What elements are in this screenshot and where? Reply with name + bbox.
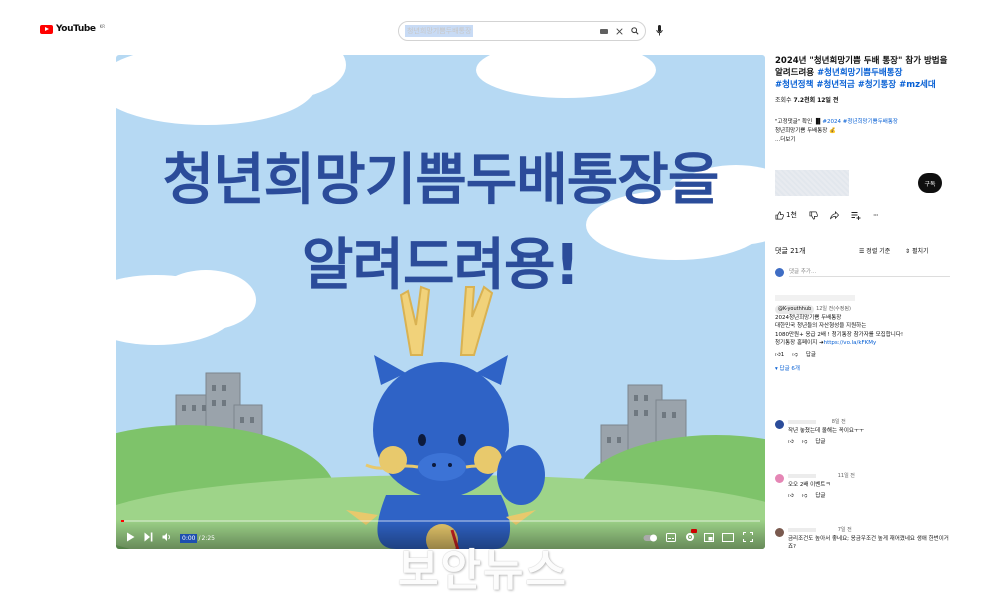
theater-mode-icon[interactable]	[722, 533, 734, 542]
comment-reply-button[interactable]: 답글	[806, 351, 816, 360]
subscribe-button[interactable]: 구독	[918, 173, 942, 193]
title-hashtags[interactable]: #청년희망기쁨두배통장	[817, 68, 902, 78]
current-time: 0:00	[180, 534, 198, 543]
like-count: 1천	[786, 211, 797, 219]
like-button[interactable]: 1천	[775, 210, 797, 220]
clear-icon[interactable]	[616, 27, 623, 35]
channel-row: 구독	[775, 170, 950, 196]
show-more-link[interactable]: ...더보기	[775, 136, 950, 145]
time-display: 0:00 / 2:25	[180, 534, 215, 543]
comment-item: 11일 전 오오 2배 이벤트ㅋ 👍︎ 👎︎ 답글	[775, 472, 950, 501]
watermark-logo: 보안뉴스	[398, 545, 568, 596]
logo-country-code: KR	[99, 24, 105, 29]
share-icon[interactable]	[829, 210, 839, 220]
comment-text: 작년 놓쳤는데 올해는 꼭이요ㅜㅜ	[788, 427, 865, 434]
play-icon[interactable]	[126, 532, 135, 542]
comment-dislike-button[interactable]: 👎︎	[802, 438, 808, 447]
fullscreen-icon[interactable]	[743, 532, 753, 542]
miniplayer-icon[interactable]	[704, 533, 714, 542]
action-bar: 1천 ···	[775, 210, 878, 220]
progress-bar[interactable]	[121, 520, 760, 522]
thumbs-down-icon[interactable]	[809, 211, 818, 220]
video-details: 2024년 "청년희망기쁨 두배 통장" 참가 방법을 알려드려용 #청년희망기…	[775, 55, 950, 550]
settings-gear-icon[interactable]	[685, 532, 695, 542]
keyboard-icon[interactable]	[600, 28, 608, 34]
comments-count: 댓글 21개	[775, 247, 806, 255]
video-description[interactable]: "고정댓글" 확인 ▐▌#2024 #청년희망기쁨두배통장 청년희망기쁨 두배통…	[775, 118, 950, 145]
expand-comments-button[interactable]: ⇕ 펼치기	[905, 246, 929, 255]
logo-text: YouTube	[56, 24, 96, 34]
user-avatar	[775, 267, 784, 277]
comment-avatar[interactable]	[775, 474, 784, 483]
comment-reply-button[interactable]: 답글	[815, 438, 825, 447]
add-comment-row: 댓글 추가...	[775, 267, 950, 277]
pinned-label-blurred	[775, 295, 855, 301]
view-replies-button[interactable]: ▾ 답글 6개	[775, 365, 950, 374]
video-overlay-title-line1: 청년희망기쁨두배통장을	[162, 148, 720, 213]
hd-badge	[691, 529, 697, 533]
duration: 2:25	[201, 535, 215, 542]
autoplay-toggle-icon[interactable]	[643, 534, 657, 542]
volume-icon[interactable]	[162, 532, 172, 542]
youtube-play-icon	[40, 24, 53, 34]
comment-text: 오오 2배 이벤트ㅋ	[788, 481, 831, 488]
video-thumbnail-scene	[116, 55, 765, 549]
comment-reply-button[interactable]: 답글	[815, 492, 825, 501]
comment-item: 8일 전 작년 놓쳤는데 올해는 꼭이요ㅜㅜ 👍︎ 👎︎ 답글	[775, 418, 950, 447]
comment-item: 7일 전 금리조건도 높아서 좋네요; 응금우조건 높게 재어꼈네요 생애 한번…	[775, 526, 950, 552]
video-meta: 조회수 7.2천회 12일 전	[775, 97, 839, 104]
search-input[interactable]: 청년희망기쁨두배통장	[405, 25, 474, 37]
video-player[interactable]: 청년희망기쁨두배통장을 알려드려용! 0:00 / 2:25	[116, 55, 765, 549]
sort-comments-button[interactable]: ☰ 정렬 기준	[859, 246, 890, 255]
comment-like-button[interactable]: 👍︎	[788, 438, 794, 447]
video-overlay-title-line2: 알려드려용!	[301, 233, 580, 298]
comment-dislike-button[interactable]: 👎︎	[792, 351, 798, 360]
time-separator: /	[198, 535, 201, 542]
comment-like-button[interactable]: 👍︎1	[775, 351, 784, 360]
comment-dislike-button[interactable]: 👎︎	[802, 492, 808, 501]
comment-author-blurred	[788, 419, 816, 424]
comment-text: 금리조건도 높아서 좋네요; 응금우조건 높게 재어꼈네요 생애 한번이거죠?	[788, 535, 949, 551]
comment-author-blurred	[788, 473, 816, 478]
more-actions-icon[interactable]: ···	[873, 211, 879, 220]
comment-avatar[interactable]	[775, 420, 784, 429]
title-hashtags-2[interactable]: #청년정책 #청년적금 #청기통장 #mz세대	[775, 80, 936, 90]
save-to-playlist-icon[interactable]	[851, 211, 861, 220]
comment-time: 12일 전(수정됨)	[816, 306, 851, 312]
comment-author[interactable]: @K-youthhub	[775, 305, 815, 314]
progress-fill	[121, 520, 124, 522]
video-title: 2024년 "청년희망기쁨 두배 통장" 참가 방법을 알려드려용 #청년희망기…	[775, 56, 948, 90]
subtitles-icon[interactable]	[666, 533, 676, 542]
comment-item: @K-youthhub 12일 전(수정됨) 2024청년희망기쁨 두배통장 대…	[775, 295, 950, 374]
comment-link[interactable]: https://vo.la/kFKMy	[824, 340, 877, 346]
next-video-icon[interactable]	[144, 532, 153, 542]
comment-like-button[interactable]: 👍︎	[788, 492, 794, 501]
microphone-icon[interactable]	[656, 25, 663, 36]
search-box[interactable]: 청년희망기쁨두배통장	[398, 21, 646, 41]
comment-author-blurred	[788, 527, 816, 532]
search-icon[interactable]	[631, 27, 639, 35]
comment-avatar[interactable]	[775, 528, 784, 537]
thumbs-up-icon	[775, 211, 784, 219]
youtube-logo[interactable]: YouTube KR	[40, 24, 105, 34]
upload-date: 12일 전	[817, 97, 839, 104]
view-count: 7.2천회	[793, 97, 816, 104]
channel-info-blurred[interactable]	[775, 170, 849, 196]
add-comment-input[interactable]: 댓글 추가...	[789, 267, 950, 277]
